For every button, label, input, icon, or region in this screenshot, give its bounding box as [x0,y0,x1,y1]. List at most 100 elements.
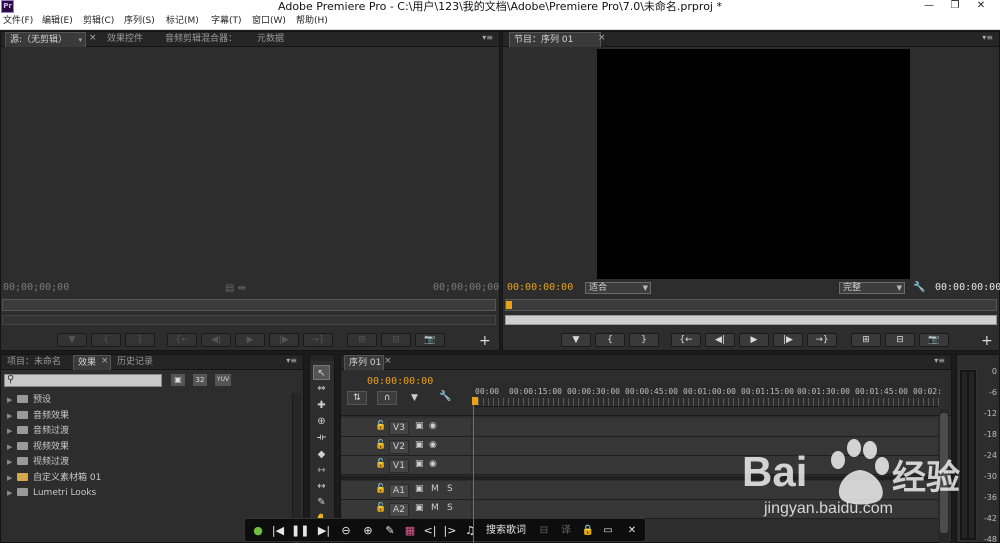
program-video-frame[interactable] [597,49,910,279]
lyric-back-icon[interactable]: <| [421,522,439,540]
chevron-down-icon[interactable]: ▾ [78,33,82,47]
tree-item-2[interactable]: ▶ 音频效果 [7,409,69,424]
play-button[interactable]: ▶ [235,333,265,347]
safe-margin-icon[interactable]: ▤ ⇹ [225,283,246,294]
selection-tool-icon[interactable]: ↖ [313,365,330,380]
extract-button[interactable]: ⊟ [885,333,915,347]
minimize-icon[interactable]: ⊟ [535,522,553,540]
razor-tool-icon[interactable]: ◆ [313,447,330,462]
translate-icon[interactable]: 译 [557,522,575,540]
linked-selection-icon[interactable]: ∩ [377,391,397,405]
export-frame-button[interactable]: 📷 [415,333,445,347]
add-marker-button[interactable]: ▼ [561,333,591,347]
previous-track-icon[interactable]: |◀ [269,522,287,540]
program-timecode-current[interactable]: 00:00:00:00 [507,282,573,293]
tree-item-6[interactable]: ▶ 自定义素材箱 01 [7,471,101,486]
close-button[interactable]: ✕ [970,0,992,13]
rate-stretch-tool-icon[interactable]: ⟛ [313,430,330,445]
tree-item-1[interactable]: ▶ 预设 [7,393,51,408]
music-app-icon[interactable]: ● [249,522,267,540]
sync-lock-icon[interactable]: ▣ [415,459,424,469]
disclosure-triangle-icon[interactable]: ▶ [7,455,17,470]
ripple-edit-tool-icon[interactable]: ✚ [313,398,330,413]
export-frame-button[interactable]: 📷 [919,333,949,347]
go-to-out-button[interactable]: →} [807,333,837,347]
eye-icon[interactable]: ◉ [429,421,437,431]
panel-menu-icon[interactable]: ▾≡ [286,356,297,365]
menu-window[interactable]: 窗口(W) [252,15,286,28]
step-forward-button[interactable]: |▶ [269,333,299,347]
menu-sequence[interactable]: 序列(S) [124,15,155,28]
32bit-effects-icon[interactable]: 32 [193,374,207,386]
add-button-icon[interactable]: + [981,333,993,349]
mute-icon[interactable]: M [431,484,439,494]
lock-icon[interactable]: 🔓 [375,459,386,469]
track-name-v3[interactable]: V3 [389,421,409,435]
volume-up-icon[interactable]: ⊕ [359,522,377,540]
wrench-icon[interactable]: 🔧 [439,391,451,402]
tab-program[interactable]: 节目：序列 01 [509,32,601,47]
wrench-icon[interactable]: 🔧 [913,282,925,293]
tab-effect-controls[interactable]: 效果控件 [103,32,147,47]
go-to-in-button[interactable]: {← [671,333,701,347]
tab-sequence-01[interactable]: 序列 01 [344,355,384,370]
lyric-user-icon[interactable]: ♫ [461,522,479,540]
go-to-in-button[interactable]: {← [167,333,197,347]
mark-out-button[interactable]: } [125,333,155,347]
eye-icon[interactable]: ◉ [429,440,437,450]
track-name-a2[interactable]: A2 [389,503,409,517]
menu-file[interactable]: 文件(F) [3,15,33,28]
extract-button[interactable]: ⊟ [381,333,411,347]
yuv-effects-icon[interactable]: YUV [215,374,231,386]
lyric-forward-icon[interactable]: |> [441,522,459,540]
panel-menu-icon[interactable]: ▾≡ [982,33,993,42]
disclosure-triangle-icon[interactable]: ▶ [7,440,17,455]
solo-icon[interactable]: S [447,484,453,494]
close-icon[interactable]: × [384,356,392,366]
work-area-bar[interactable] [341,408,951,416]
panel-menu-icon[interactable]: ▾≡ [482,33,493,42]
menu-help[interactable]: 帮助(H) [296,15,328,28]
lock-icon[interactable]: 🔓 [375,440,386,450]
minimize-button[interactable]: — [918,0,940,13]
pause-icon[interactable]: ❚❚ [291,522,309,540]
disclosure-triangle-icon[interactable]: ▶ [7,424,17,439]
search-lyrics-button[interactable]: 搜索歌词 [483,522,529,540]
track-name-v1[interactable]: V1 [389,459,409,473]
mute-icon[interactable]: M [431,503,439,513]
go-to-out-button[interactable]: →} [303,333,333,347]
menu-marker[interactable]: 标记(M) [166,15,199,28]
sync-lock-icon[interactable]: ▣ [415,503,424,513]
add-button-icon[interactable]: + [479,333,491,349]
eye-icon[interactable]: ◉ [429,459,437,469]
volume-down-icon[interactable]: ⊖ [337,522,355,540]
tree-item-3[interactable]: ▶ 音频过渡 [7,424,69,439]
lift-button[interactable]: ⊞ [347,333,377,347]
disclosure-triangle-icon[interactable]: ▶ [7,409,17,424]
track-select-tool-icon[interactable]: ⇔ [313,381,330,396]
step-forward-button[interactable]: |▶ [773,333,803,347]
disclosure-triangle-icon[interactable]: ▶ [7,486,17,501]
fit-dropdown[interactable]: 适合 ▼ [585,282,651,294]
lock-icon[interactable]: 🔓 [375,421,386,431]
playhead-handle[interactable] [472,397,478,405]
menu-edit[interactable]: 编辑(E) [42,15,73,28]
program-zoom-bar[interactable] [505,315,997,325]
lift-button[interactable]: ⊞ [851,333,881,347]
mark-in-button[interactable]: { [595,333,625,347]
lock-icon[interactable]: 🔓 [375,484,386,494]
slip-tool-icon[interactable]: ⇿ [313,463,330,478]
play-button[interactable]: ▶ [739,333,769,347]
accelerated-effects-icon[interactable]: ▣ [171,374,185,386]
tab-audio-clip-mixer[interactable]: 音频剪辑混合器： [161,32,241,47]
close-icon[interactable]: ✕ [623,522,641,540]
program-playhead-marker[interactable] [506,301,512,309]
lock-icon[interactable]: 🔓 [375,503,386,513]
timeline-timecode[interactable]: 00:00:00:00 [367,376,433,387]
mark-in-button[interactable]: { [91,333,121,347]
disclosure-triangle-icon[interactable]: ▶ [7,471,17,486]
lock-icon[interactable]: 🔒 [579,522,597,540]
tree-item-5[interactable]: ▶ 视频过渡 [7,455,69,470]
solo-icon[interactable]: S [447,503,453,513]
track-name-a1[interactable]: A1 [389,484,409,498]
